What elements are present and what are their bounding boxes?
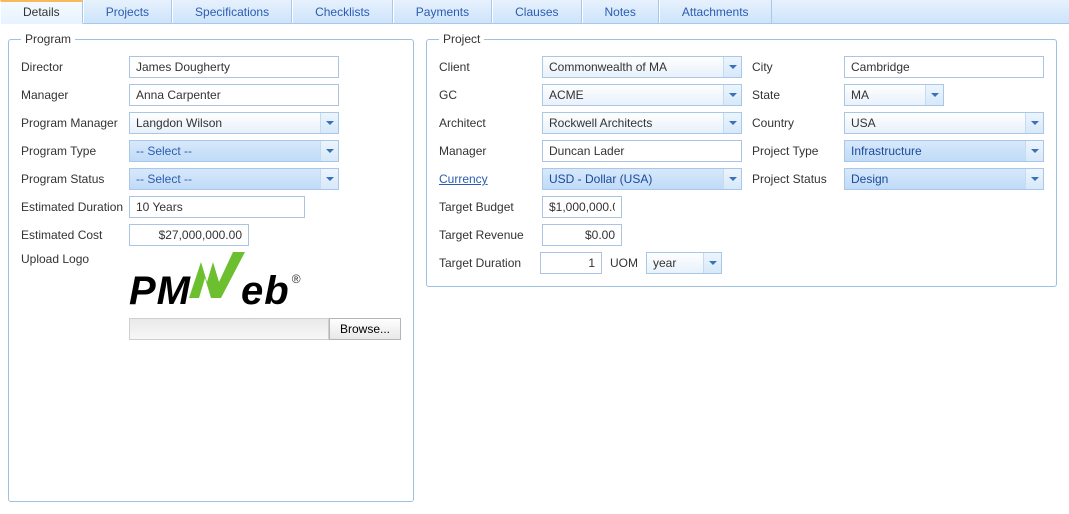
upload-path-display xyxy=(129,318,329,340)
director-input[interactable] xyxy=(129,56,339,78)
target-revenue-label: Target Revenue xyxy=(439,228,532,242)
program-legend: Program xyxy=(21,32,75,46)
logo-pm-text: PM xyxy=(129,269,191,314)
project-status-combo[interactable]: Design xyxy=(844,168,1044,190)
currency-value: USD - Dollar (USA) xyxy=(543,172,723,186)
logo-registered-icon: ® xyxy=(292,272,301,286)
tab-strip: Details Projects Specifications Checklis… xyxy=(0,0,1069,24)
program-manager-combo[interactable]: Langdon Wilson xyxy=(129,112,339,134)
chevron-down-icon xyxy=(723,113,741,133)
chevron-down-icon xyxy=(925,85,943,105)
uom-label: UOM xyxy=(610,256,638,270)
tab-payments[interactable]: Payments xyxy=(393,0,492,23)
chevron-down-icon xyxy=(1025,113,1043,133)
state-value: MA xyxy=(845,88,925,102)
program-fieldset: Program Director Manager Program Manager… xyxy=(8,32,414,502)
project-type-combo[interactable]: Infrastructure xyxy=(844,140,1044,162)
program-type-value: -- Select -- xyxy=(130,144,320,158)
target-revenue-input[interactable] xyxy=(542,224,622,246)
upload-logo-label: Upload Logo xyxy=(21,252,129,266)
program-status-label: Program Status xyxy=(21,172,129,186)
city-input[interactable] xyxy=(844,56,1044,78)
target-duration-input[interactable] xyxy=(540,252,602,274)
state-label: State xyxy=(752,88,834,102)
project-status-value: Design xyxy=(845,172,1025,186)
program-type-label: Program Type xyxy=(21,144,129,158)
country-combo[interactable]: USA xyxy=(844,112,1044,134)
chevron-down-icon xyxy=(1025,141,1043,161)
gc-combo[interactable]: ACME xyxy=(542,84,742,106)
program-type-combo[interactable]: -- Select -- xyxy=(129,140,339,162)
architect-value: Rockwell Architects xyxy=(543,116,723,130)
logo-container: PM eb ® Browse... xyxy=(129,252,401,340)
tab-projects[interactable]: Projects xyxy=(83,0,172,23)
chevron-down-icon xyxy=(703,253,721,273)
architect-combo[interactable]: Rockwell Architects xyxy=(542,112,742,134)
proj-manager-label: Manager xyxy=(439,144,532,158)
details-content: Program Director Manager Program Manager… xyxy=(0,24,1069,510)
pmweb-logo: PM eb ® xyxy=(129,258,401,314)
browse-button[interactable]: Browse... xyxy=(329,318,401,340)
target-budget-label: Target Budget xyxy=(439,200,532,214)
chevron-down-icon xyxy=(1025,169,1043,189)
project-legend: Project xyxy=(439,32,484,46)
uom-combo[interactable]: year xyxy=(646,252,722,274)
uom-value: year xyxy=(647,256,703,270)
proj-manager-input[interactable] xyxy=(542,140,742,162)
target-duration-label: Target Duration xyxy=(439,256,532,270)
currency-link[interactable]: Currency xyxy=(439,172,532,186)
gc-label: GC xyxy=(439,88,532,102)
tab-checklists[interactable]: Checklists xyxy=(292,0,393,23)
client-label: Client xyxy=(439,60,532,74)
estimated-cost-label: Estimated Cost xyxy=(21,228,129,242)
chevron-down-icon xyxy=(723,85,741,105)
logo-eb-text: eb xyxy=(241,269,290,314)
estimated-duration-label: Estimated Duration xyxy=(21,200,129,214)
chevron-down-icon xyxy=(723,169,741,189)
target-budget-input[interactable] xyxy=(542,196,622,218)
tab-clauses[interactable]: Clauses xyxy=(492,0,581,23)
estimated-cost-input[interactable] xyxy=(129,224,249,246)
program-status-combo[interactable]: -- Select -- xyxy=(129,168,339,190)
client-combo[interactable]: Commonwealth of MA xyxy=(542,56,742,78)
chevron-down-icon xyxy=(320,113,338,133)
program-status-value: -- Select -- xyxy=(130,172,320,186)
chevron-down-icon xyxy=(723,57,741,77)
tab-attachments[interactable]: Attachments xyxy=(659,0,772,23)
chevron-down-icon xyxy=(320,169,338,189)
gc-value: ACME xyxy=(543,88,723,102)
estimated-duration-input[interactable] xyxy=(129,196,305,218)
manager-label: Manager xyxy=(21,88,129,102)
tab-notes[interactable]: Notes xyxy=(582,0,659,23)
architect-label: Architect xyxy=(439,116,532,130)
country-value: USA xyxy=(845,116,1025,130)
project-status-label: Project Status xyxy=(752,172,834,186)
city-label: City xyxy=(752,60,834,74)
project-type-value: Infrastructure xyxy=(845,144,1025,158)
tab-specifications[interactable]: Specifications xyxy=(172,0,292,23)
program-manager-value: Langdon Wilson xyxy=(130,116,320,130)
state-combo[interactable]: MA xyxy=(844,84,944,106)
director-label: Director xyxy=(21,60,129,74)
project-type-label: Project Type xyxy=(752,144,834,158)
currency-combo[interactable]: USD - Dollar (USA) xyxy=(542,168,742,190)
chevron-down-icon xyxy=(320,141,338,161)
project-fieldset: Project Client Commonwealth of MA City G… xyxy=(426,32,1057,287)
logo-w-swoosh-icon xyxy=(187,258,247,314)
tab-details[interactable]: Details xyxy=(0,0,83,24)
country-label: Country xyxy=(752,116,834,130)
client-value: Commonwealth of MA xyxy=(543,60,723,74)
manager-input[interactable] xyxy=(129,84,339,106)
program-manager-label: Program Manager xyxy=(21,116,129,130)
